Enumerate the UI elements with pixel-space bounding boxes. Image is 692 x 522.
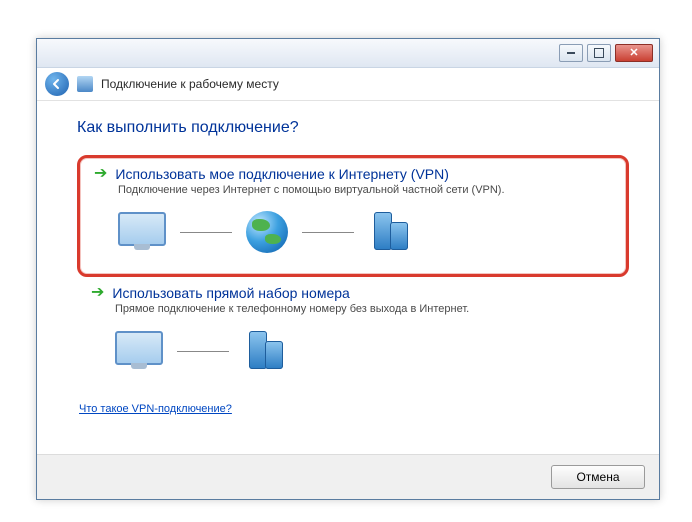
cancel-button[interactable]: Отмена (551, 465, 645, 489)
computer-icon (118, 210, 166, 254)
window-title: Подключение к рабочему месту (101, 77, 279, 91)
server-icon (243, 331, 287, 371)
network-icon (77, 76, 93, 92)
arrow-icon: ➔ (94, 166, 107, 182)
back-button[interactable] (45, 72, 69, 96)
option-dialup-title: Использовать прямой набор номера (112, 285, 349, 301)
header-bar: Подключение к рабочему месту (37, 68, 659, 101)
connector-line (302, 232, 354, 233)
computer-icon (115, 329, 163, 373)
vpn-diagram (118, 210, 612, 254)
option-dialup[interactable]: ➔ Использовать прямой набор номера Прямо… (77, 277, 629, 393)
wizard-window: ✕ Подключение к рабочему месту Как выпол… (36, 38, 660, 500)
connector-line (180, 232, 232, 233)
option-vpn-title: Использовать мое подключение к Интернету… (115, 166, 449, 182)
page-heading: Как выполнить подключение? (77, 119, 629, 137)
connector-line (177, 351, 229, 352)
titlebar: ✕ (37, 39, 659, 68)
globe-icon (246, 211, 288, 253)
arrow-icon: ➔ (91, 285, 104, 301)
option-vpn[interactable]: ➔ Использовать мое подключение к Интерне… (77, 155, 629, 277)
minimize-button[interactable] (559, 44, 583, 62)
close-button[interactable]: ✕ (615, 44, 653, 62)
option-dialup-desc: Прямое подключение к телефонному номеру … (115, 303, 615, 315)
dialup-diagram (115, 329, 615, 373)
help-link-vpn[interactable]: Что такое VPN-подключение? (79, 403, 232, 415)
option-vpn-desc: Подключение через Интернет с помощью вир… (118, 184, 612, 196)
maximize-button[interactable] (587, 44, 611, 62)
footer-bar: Отмена (37, 454, 659, 499)
server-icon (368, 212, 412, 252)
content-area: Как выполнить подключение? ➔ Использоват… (37, 101, 659, 475)
